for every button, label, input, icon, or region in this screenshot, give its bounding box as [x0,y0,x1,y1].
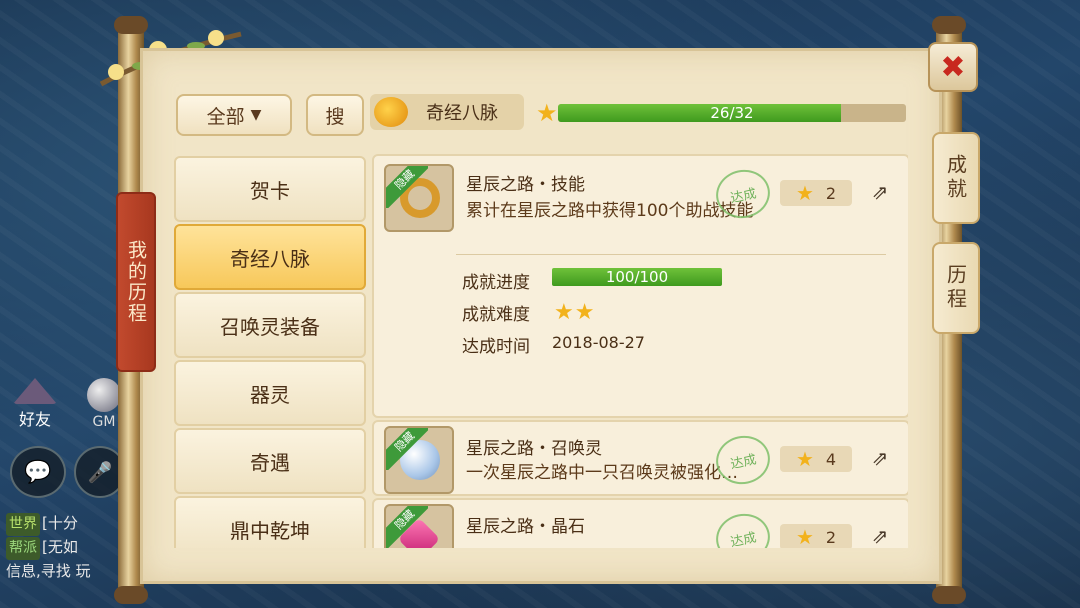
tab-achievement[interactable]: 成就 [932,132,980,224]
chat-preview[interactable]: 世界 [十分 帮派 [无如 信息,寻找 玩 [6,512,91,583]
share-icon[interactable]: ⇗ [868,180,892,204]
category-item-summon-equipment[interactable]: 召唤灵装备 [174,292,366,358]
close-button[interactable]: ✖ [928,42,978,92]
category-progress: ★ 26/32 [536,100,908,126]
gm-orb-icon [87,378,121,412]
chat-button[interactable]: 💬 [10,446,66,498]
achievement-points: ★ 2 [780,524,852,548]
current-category-badge: 奇经八脉 [370,94,524,130]
chat-line: 信息,寻找 玩 [6,560,91,583]
filter-dropdown[interactable]: 全部 ▼ [176,94,292,136]
share-icon[interactable]: ⇗ [868,524,892,548]
achievement-points: ★ 4 [780,446,852,472]
hidden-ribbon: 隐藏 [386,506,428,548]
achievement-progress-bar: 100/100 [552,268,722,286]
category-item-encounter[interactable]: 奇遇 [174,428,366,494]
chat-line: 世界 [十分 [6,512,91,536]
achievement-list[interactable]: 隐藏 星辰之路・技能 累计在星辰之路中获得100个助战技能 达成 ★ 2 ⇗ 成… [370,152,908,548]
filter-label: 全部 [206,105,245,128]
achievement-points: ★ 2 [780,180,852,206]
chat-text: [无如 [42,538,78,556]
category-item-greeting-card[interactable]: 贺卡 [174,156,366,222]
hidden-ribbon: 隐藏 [386,166,428,208]
achievement-card[interactable]: 隐藏 星辰之路・晶石 达成 ★ 2 ⇗ [372,498,908,548]
hidden-ribbon: 隐藏 [386,428,428,470]
category-list[interactable]: 贺卡 奇经八脉 召唤灵装备 器灵 奇遇 鼎中乾坤 [174,154,366,548]
tab-history[interactable]: 历程 [932,242,980,334]
completed-stamp: 达成 [711,508,775,548]
share-icon[interactable]: ⇗ [868,446,892,470]
category-progress-text: 26/32 [710,104,754,122]
achievement-icon-box: 隐藏 [384,504,454,548]
star-icon: ★ [536,99,558,127]
star-icon: ★ [795,447,814,471]
progress-label: 成就进度 [462,273,530,293]
star-icon: ★ [795,181,814,205]
divider [456,254,886,255]
chat-text: 信息,寻找 玩 [6,562,91,580]
category-item-artifact-spirit[interactable]: 器灵 [174,360,366,426]
achievement-title: 星辰之路・技能 [466,175,585,195]
achievement-icon-box: 隐藏 [384,426,454,494]
completion-time-label: 达成时间 [462,337,530,357]
completion-time-value: 2018-08-27 [552,333,645,352]
chat-text: [十分 [42,514,78,532]
category-item-cauldron[interactable]: 鼎中乾坤 [174,496,366,548]
achievement-title: 星辰之路・召唤灵 [466,439,602,459]
close-icon: ✖ [940,49,966,85]
friends-label: 好友 [18,410,51,429]
star-icon: ★ [795,525,814,548]
current-category-label: 奇经八脉 [426,103,498,124]
chat-bubble-icon: 💬 [24,459,52,485]
friends-button[interactable]: 好友 [10,378,60,430]
category-item-meridians[interactable]: 奇经八脉 [174,224,366,290]
search-button[interactable]: 搜 [306,94,364,136]
achievement-card[interactable]: 隐藏 星辰之路・召唤灵 一次星辰之路中一只召唤灵被强化… 达成 ★ 4 ⇗ [372,420,908,496]
gm-label: GM [92,414,116,430]
points-value: 2 [825,183,837,203]
category-mascot-icon [374,97,408,127]
my-journey-tab[interactable]: 我的历程 [116,192,156,372]
points-value: 2 [825,527,837,547]
achievement-icon-box: 隐藏 [384,164,454,232]
difficulty-stars: ★★ [554,300,596,325]
microphone-icon: 🎤 [87,460,113,484]
chat-channel-tag: 帮派 [6,537,40,560]
points-value: 4 [825,449,837,469]
achievement-card[interactable]: 隐藏 星辰之路・技能 累计在星辰之路中获得100个助战技能 达成 ★ 2 ⇗ 成… [372,154,908,418]
achievement-progress-text: 100/100 [605,268,669,286]
chevron-down-icon: ▼ [250,107,262,123]
difficulty-label: 成就难度 [462,305,530,325]
chat-line: 帮派 [无如 [6,536,91,560]
friend-hat-icon [13,378,57,404]
chat-channel-tag: 世界 [6,513,40,536]
achievement-title: 星辰之路・晶石 [466,517,585,537]
